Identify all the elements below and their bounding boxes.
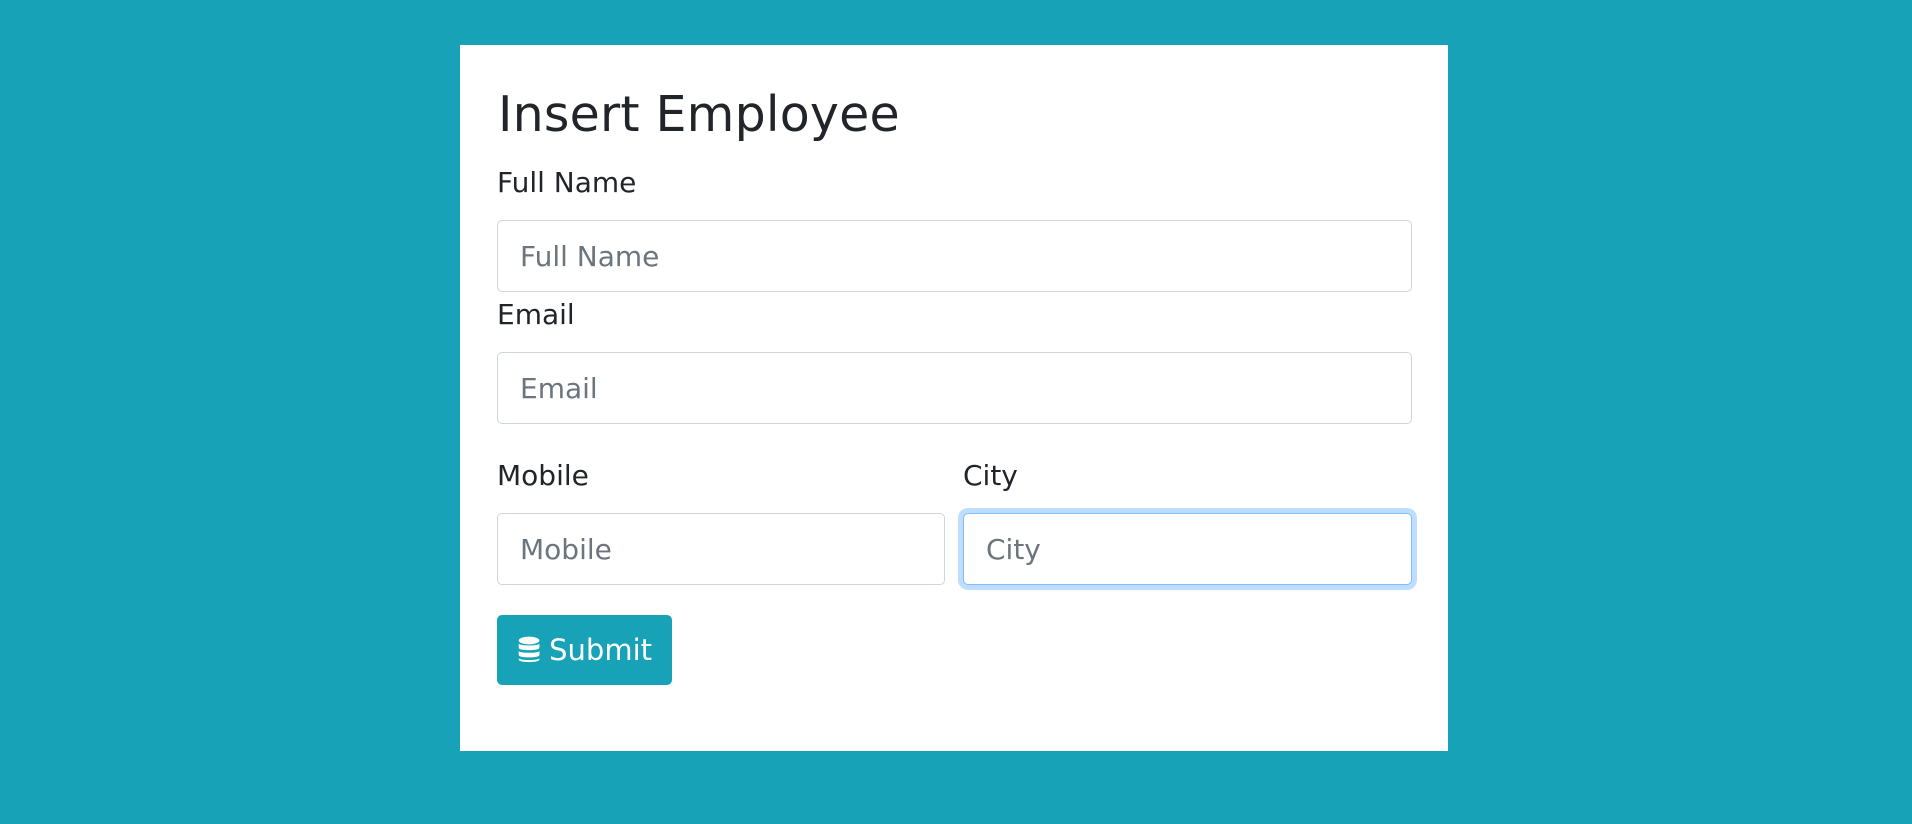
email-label: Email xyxy=(497,298,575,331)
full-name-input[interactable] xyxy=(497,220,1412,292)
page-title: Insert Employee xyxy=(498,86,900,143)
city-input[interactable] xyxy=(963,513,1412,585)
database-icon xyxy=(518,636,540,663)
submit-button[interactable]: Submit xyxy=(497,615,672,685)
mobile-input[interactable] xyxy=(497,513,945,585)
email-input[interactable] xyxy=(497,352,1412,424)
full-name-label: Full Name xyxy=(497,166,637,199)
mobile-label: Mobile xyxy=(497,459,589,492)
submit-button-label: Submit xyxy=(549,633,652,667)
insert-employee-card: Insert Employee Full Name Email Mobile C… xyxy=(460,45,1448,751)
city-label: City xyxy=(963,459,1018,492)
